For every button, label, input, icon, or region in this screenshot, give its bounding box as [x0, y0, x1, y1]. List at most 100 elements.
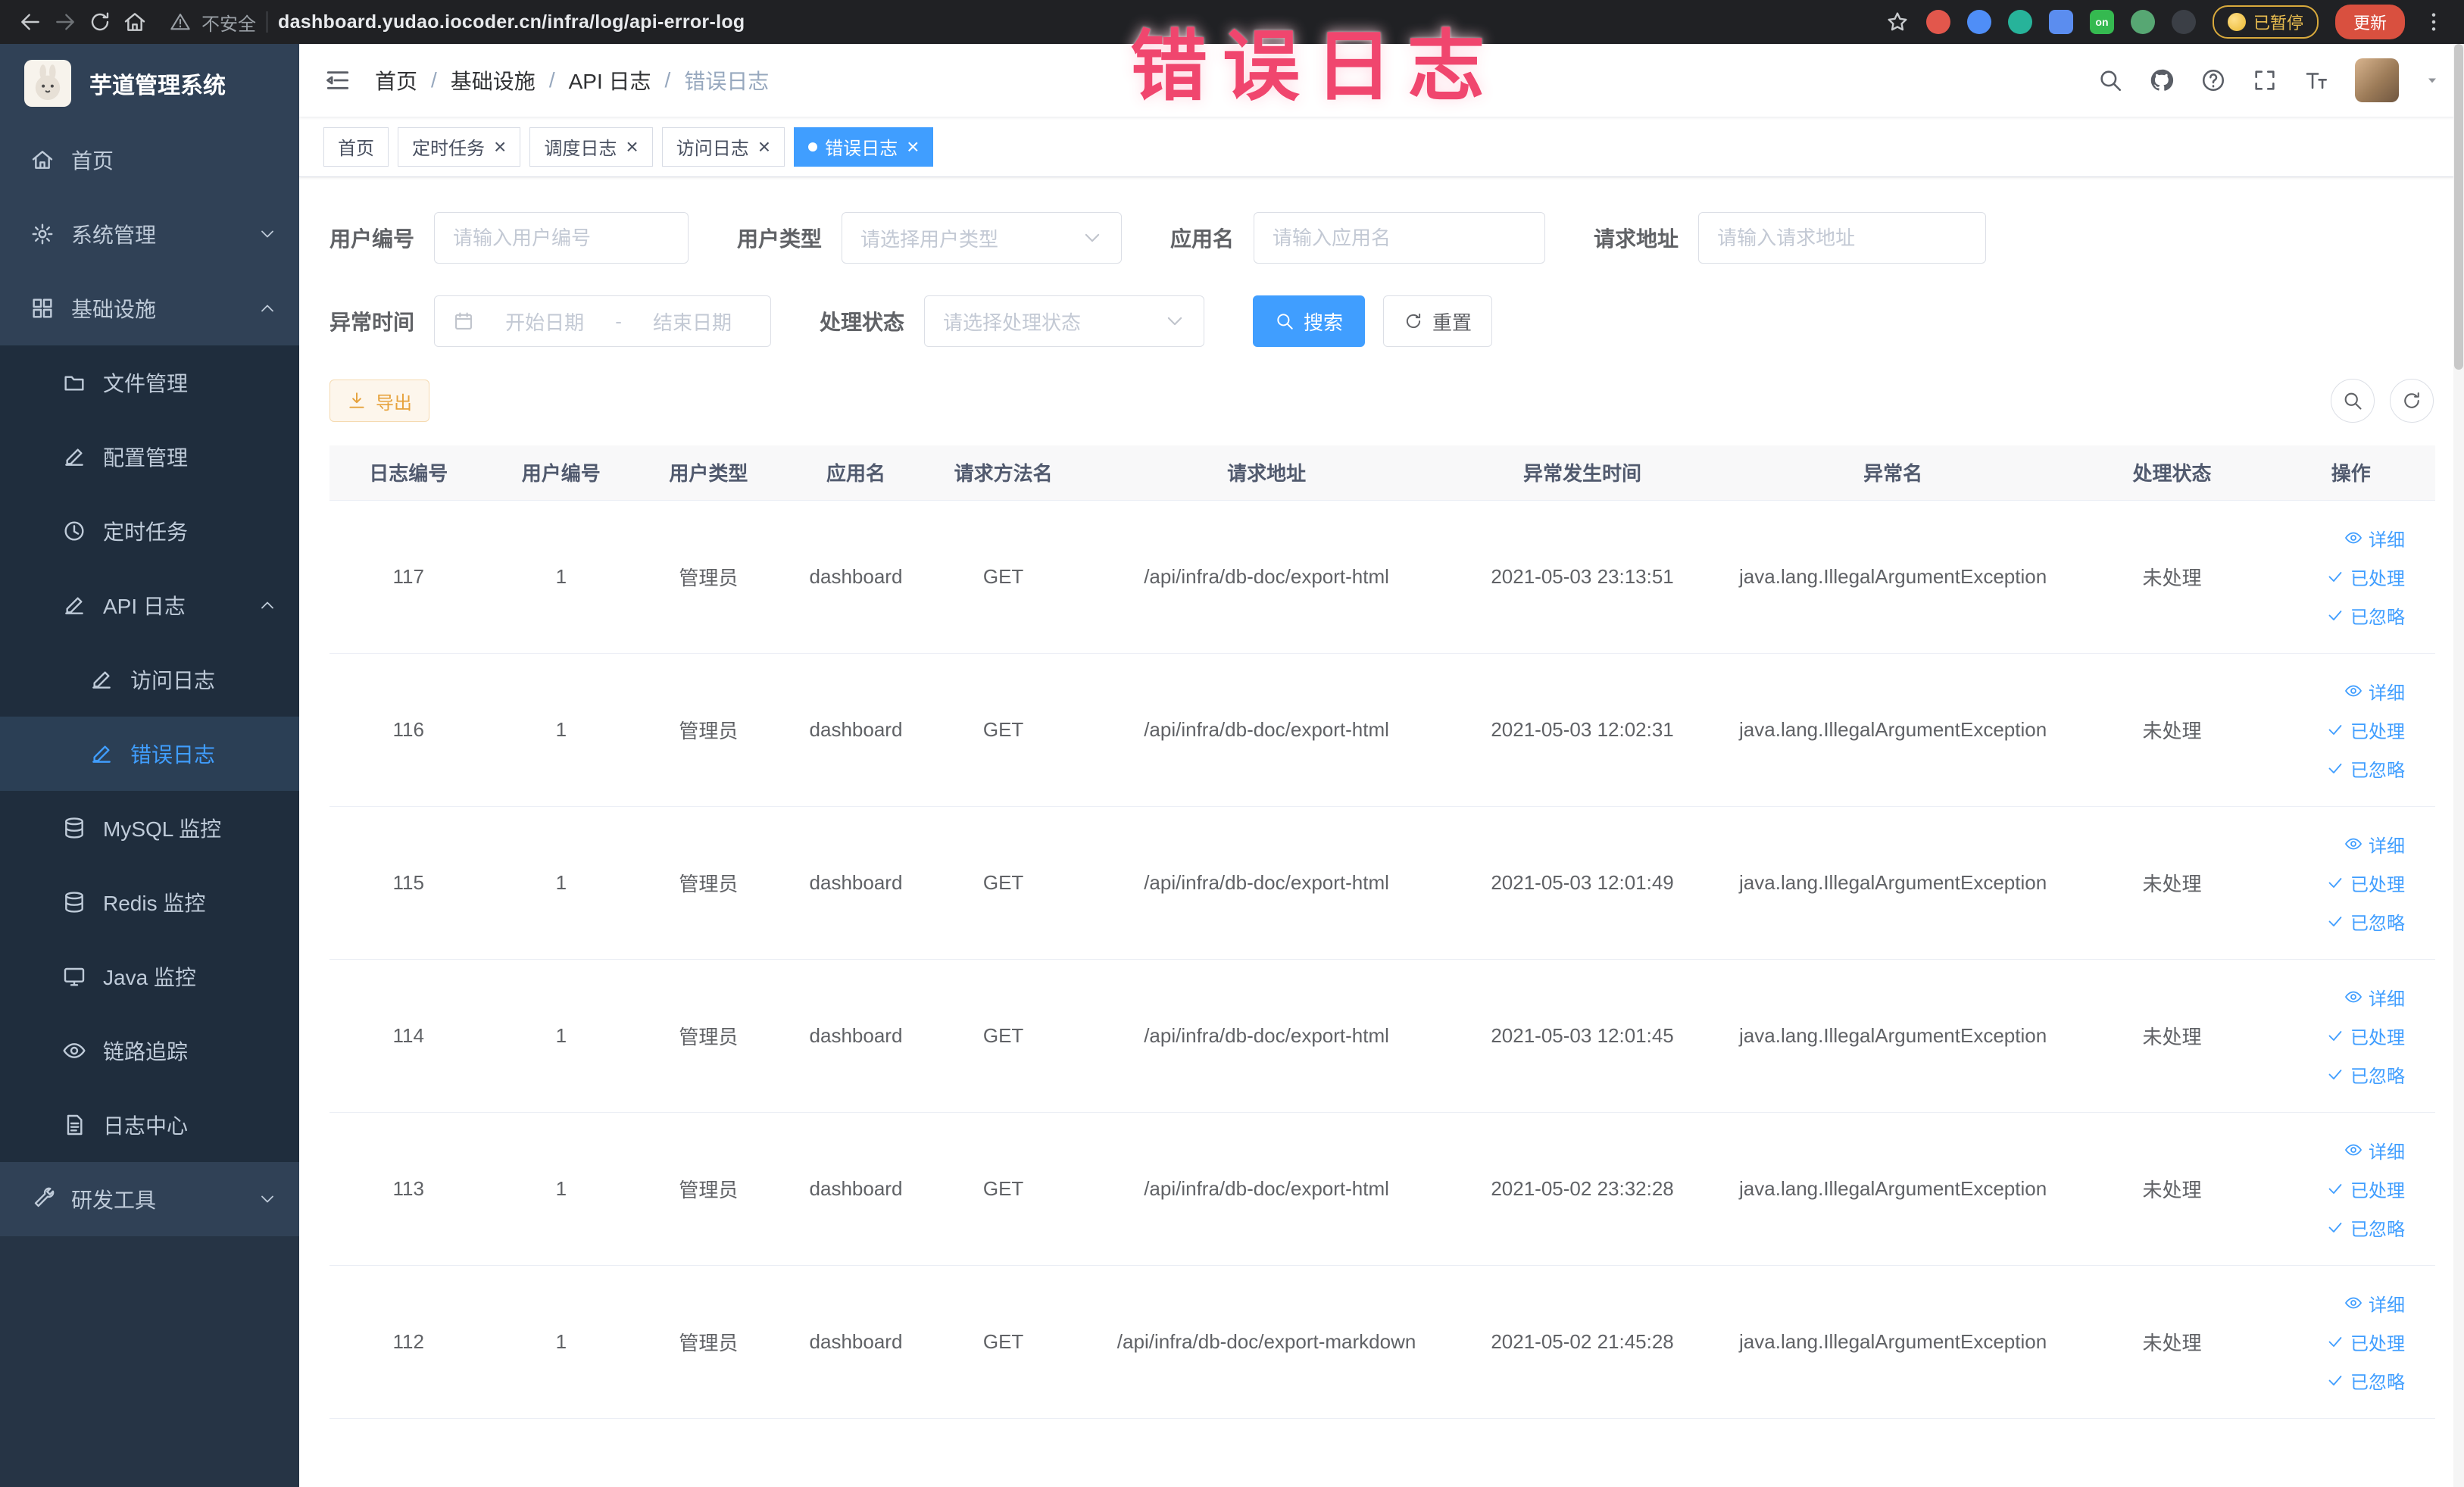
extension-icon[interactable]: [2048, 10, 2073, 34]
action-processed[interactable]: 已处理: [2326, 564, 2405, 590]
grid-icon: [30, 296, 55, 320]
action-processed[interactable]: 已处理: [2326, 870, 2405, 896]
sidebar-item-file-management[interactable]: 文件管理: [0, 345, 299, 420]
tab-job-log[interactable]: 调度日志 ×: [529, 127, 653, 167]
action-ignored[interactable]: 已忽略: [2326, 1061, 2405, 1088]
browser-home-icon[interactable]: [123, 10, 147, 34]
help-icon[interactable]: [2200, 67, 2226, 93]
cell-actions: 详细已处理已忽略: [2266, 1265, 2435, 1419]
tab-error-log[interactable]: 错误日志 ×: [794, 127, 934, 167]
sidebar-item-mysql-monitor[interactable]: MySQL 监控: [0, 791, 299, 865]
user-type-select[interactable]: 请选择用户类型: [842, 212, 1123, 264]
sidebar-item-log-center[interactable]: 日志中心: [0, 1088, 299, 1162]
action-detail[interactable]: 详细: [2344, 831, 2405, 858]
extension-icon[interactable]: [2171, 10, 2196, 34]
tab-close-icon[interactable]: ×: [626, 136, 638, 158]
breadcrumb-item[interactable]: 基础设施: [451, 65, 536, 95]
sidebar-item-trace[interactable]: 链路追踪: [0, 1014, 299, 1088]
request-url-input[interactable]: [1698, 212, 1987, 264]
sidebar-item-java-monitor[interactable]: Java 监控: [0, 939, 299, 1014]
security-warning-icon[interactable]: [170, 11, 191, 33]
bookmark-star-icon[interactable]: [1885, 10, 1910, 34]
chevron-down-icon: [1082, 227, 1103, 248]
download-icon: [347, 391, 367, 411]
tab-close-icon[interactable]: ×: [494, 136, 506, 158]
browser-toolbar-right: on 已暂停 更新: [1885, 5, 2446, 39]
sidebar-item-system-management[interactable]: 系统管理: [0, 197, 299, 271]
cell-app: dashboard: [782, 653, 930, 807]
extension-icon[interactable]: [1925, 10, 1950, 34]
sidebar-item-scheduled-jobs[interactable]: 定时任务: [0, 494, 299, 568]
reset-button[interactable]: 重置: [1383, 295, 1493, 347]
breadcrumb-item[interactable]: 首页: [375, 65, 417, 95]
sidebar-item-access-log[interactable]: 访问日志: [0, 642, 299, 717]
sidebar-item-dev-tools[interactable]: 研发工具: [0, 1162, 299, 1236]
browser-reload-icon[interactable]: [88, 10, 112, 34]
user-menu-caret-icon[interactable]: [2425, 73, 2440, 88]
sidebar-item-config-management[interactable]: 配置管理: [0, 420, 299, 494]
browser-back-icon[interactable]: [18, 10, 42, 34]
browser-menu-icon[interactable]: [2422, 10, 2446, 34]
search-button[interactable]: 搜索: [1253, 295, 1366, 347]
tab-close-icon[interactable]: ×: [907, 136, 919, 158]
font-size-icon[interactable]: [2303, 67, 2329, 93]
exception-time-range[interactable]: 开始日期 - 结束日期: [434, 295, 772, 347]
sidebar-item-home[interactable]: 首页: [0, 123, 299, 197]
eye-icon: [2344, 835, 2363, 853]
action-ignored[interactable]: 已忽略: [2326, 602, 2405, 629]
app-name-input[interactable]: [1254, 212, 1546, 264]
refresh-table-button[interactable]: [2390, 379, 2434, 423]
cell-method: GET: [929, 806, 1077, 960]
scrollbar[interactable]: [2453, 44, 2464, 1487]
sidebar-item-redis-monitor[interactable]: Redis 监控: [0, 865, 299, 939]
app-name-label: 应用名: [1170, 227, 1235, 251]
action-detail[interactable]: 详细: [2344, 984, 2405, 1011]
action-ignored[interactable]: 已忽略: [2326, 1367, 2405, 1394]
url-text[interactable]: dashboard.yudao.iocoder.cn/infra/log/api…: [278, 11, 745, 33]
breadcrumb-separator: /: [548, 68, 555, 92]
cell-url: /api/infra/db-doc/export-html: [1076, 500, 1457, 654]
cell-user-id: 1: [487, 959, 636, 1113]
action-processed[interactable]: 已处理: [2326, 1176, 2405, 1202]
export-button[interactable]: 导出: [329, 380, 429, 422]
extension-on-icon[interactable]: on: [2089, 10, 2114, 34]
fullscreen-icon[interactable]: [2252, 67, 2278, 93]
action-ignored[interactable]: 已忽略: [2326, 908, 2405, 935]
user-avatar[interactable]: [2355, 58, 2399, 102]
process-status-select[interactable]: 请选择处理状态: [924, 295, 1205, 347]
github-icon[interactable]: [2149, 67, 2175, 93]
action-processed[interactable]: 已处理: [2326, 717, 2405, 743]
action-processed[interactable]: 已处理: [2326, 1329, 2405, 1355]
action-ignored[interactable]: 已忽略: [2326, 755, 2405, 782]
action-ignored[interactable]: 已忽略: [2326, 1214, 2405, 1241]
toggle-search-button[interactable]: [2331, 379, 2375, 423]
extension-icon[interactable]: [2130, 10, 2155, 34]
user-id-label: 用户编号: [329, 227, 415, 251]
sidebar-item-infrastructure[interactable]: 基础设施: [0, 271, 299, 345]
header-search-icon[interactable]: [2097, 67, 2123, 93]
app-logo[interactable]: 芋道管理系统: [0, 44, 299, 123]
tab-home[interactable]: 首页: [323, 127, 389, 167]
breadcrumb-item[interactable]: API 日志: [569, 65, 651, 95]
sidebar-item-error-log[interactable]: 错误日志: [0, 717, 299, 791]
action-detail[interactable]: 详细: [2344, 1290, 2405, 1317]
sidebar-item-api-log[interactable]: API 日志: [0, 568, 299, 642]
cell-id: 117: [329, 500, 488, 654]
update-button[interactable]: 更新: [2334, 5, 2405, 39]
action-detail[interactable]: 详细: [2344, 525, 2405, 551]
user-id-input[interactable]: [434, 212, 689, 264]
action-detail[interactable]: 详细: [2344, 1137, 2405, 1164]
address-bar[interactable]: 不安全 dashboard.yudao.iocoder.cn/infra/log…: [170, 9, 1875, 36]
tab-scheduled-jobs[interactable]: 定时任务 ×: [398, 127, 521, 167]
tab-access-log[interactable]: 访问日志 ×: [661, 127, 785, 167]
tab-close-icon[interactable]: ×: [758, 136, 770, 158]
extension-icon[interactable]: [1966, 10, 1991, 34]
action-detail[interactable]: 详细: [2344, 678, 2405, 704]
action-processed[interactable]: 已处理: [2326, 1023, 2405, 1049]
browser-forward-icon[interactable]: [53, 10, 77, 34]
paused-badge[interactable]: 已暂停: [2212, 5, 2319, 39]
extension-icon[interactable]: [2007, 10, 2032, 34]
sidebar-toggle-icon[interactable]: [323, 66, 352, 95]
search-icon: [1275, 311, 1294, 331]
scrollbar-thumb[interactable]: [2454, 44, 2463, 370]
